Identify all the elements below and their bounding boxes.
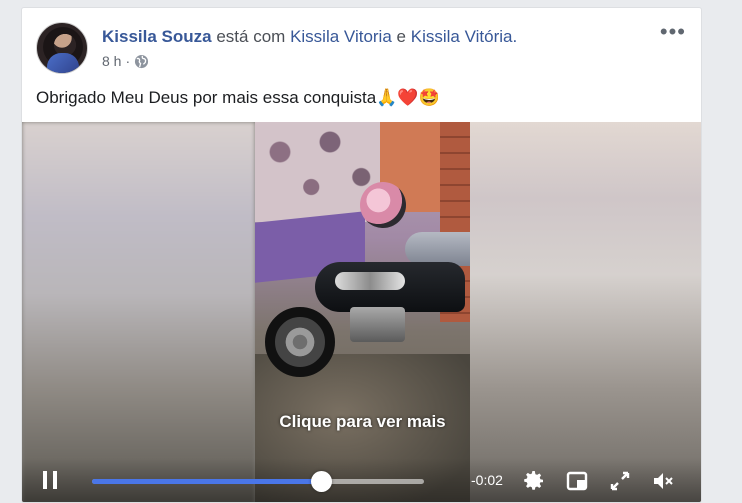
fullscreen-icon[interactable] <box>608 469 632 493</box>
helmet <box>360 182 406 228</box>
post-header: Kissila Souza está com Kissila Vitoria e… <box>36 21 686 74</box>
motorcycle-tank <box>335 272 405 290</box>
globe-icon[interactable] <box>134 54 149 69</box>
with-text: está com <box>216 27 286 46</box>
volume-muted-icon[interactable] <box>651 469 675 493</box>
post-meta: 8 h · <box>102 53 149 69</box>
time-remaining: -0:02 <box>471 472 503 488</box>
picture-in-picture-icon[interactable] <box>565 469 589 493</box>
post-text-content: Obrigado Meu Deus por mais essa conquist… <box>36 88 377 107</box>
tagged-user-link-2[interactable]: Kissila Vitória. <box>411 27 517 46</box>
more-options-icon[interactable]: ••• <box>660 21 686 43</box>
post-card: Kissila Souza está com Kissila Vitoria e… <box>21 7 702 503</box>
motorcycle-wheel <box>265 307 335 377</box>
pause-icon[interactable] <box>43 471 57 489</box>
video-blur-right <box>470 122 701 502</box>
progress-knob[interactable] <box>311 471 333 492</box>
tagged-user-link-1[interactable]: Kissila Vitoria <box>290 27 392 46</box>
author-avatar[interactable] <box>36 22 88 74</box>
progress-bar[interactable] <box>92 471 424 492</box>
motorcycle-seat <box>405 232 470 266</box>
video-controls: -0:02 <box>22 458 701 502</box>
settings-gear-icon[interactable] <box>522 469 546 493</box>
video-player[interactable]: Clique para ver mais -0:02 <box>22 122 701 502</box>
post-text: Obrigado Meu Deus por mais essa conquist… <box>36 88 440 108</box>
post-author-line: Kissila Souza está com Kissila Vitoria e… <box>102 27 517 47</box>
post-emojis: 🙏❤️🤩 <box>376 88 440 108</box>
avatar-shoulder <box>47 53 79 73</box>
progress-fill <box>92 479 322 484</box>
author-name-link[interactable]: Kissila Souza <box>102 27 212 46</box>
see-more-overlay[interactable]: Clique para ver mais <box>22 412 701 432</box>
video-blur-left <box>22 122 255 502</box>
motorcycle-engine <box>350 307 405 342</box>
post-timestamp[interactable]: 8 h <box>102 53 121 69</box>
video-frame <box>255 122 470 502</box>
conjunction-text: e <box>396 27 406 46</box>
meta-separator: · <box>125 53 131 69</box>
